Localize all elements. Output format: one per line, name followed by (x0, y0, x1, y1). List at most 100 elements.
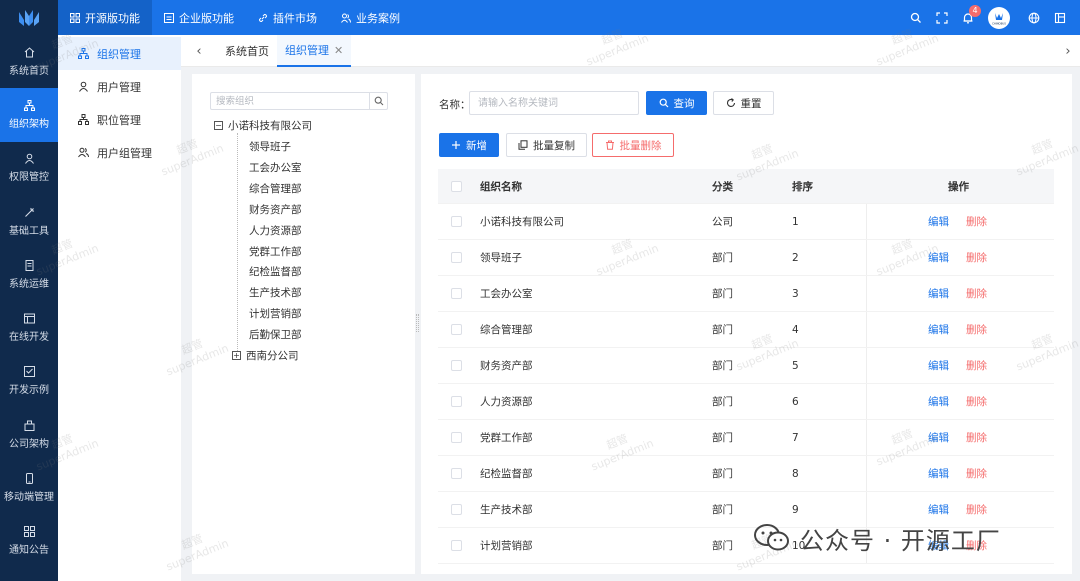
cell-name: 财务资产部 (480, 360, 533, 372)
top-right-tools: 4 CHINOBUS (902, 0, 1080, 35)
tree-node[interactable]: 财务资产部 (249, 202, 302, 217)
tree-node[interactable]: 综合管理部 (249, 181, 302, 196)
submenu-item-org-management[interactable]: 组织管理 (58, 37, 181, 70)
notification-button[interactable]: 4 (956, 0, 981, 35)
avatar[interactable]: CHINOBUS (988, 6, 1010, 29)
sidebar-item-tools[interactable]: 基础工具 (0, 195, 58, 248)
sidebar-item-label: 公司架构 (9, 438, 49, 450)
cell-type: 公司 (712, 216, 733, 228)
tree-node-label: 财务资产部 (249, 204, 302, 216)
sidebar-item-company[interactable]: 公司架构 (0, 408, 58, 461)
tree-search-button[interactable] (369, 93, 387, 109)
tree-node-branch[interactable]: + 西南分公司 (232, 348, 299, 363)
query-button[interactable]: 查询 (646, 91, 707, 115)
tree-node[interactable]: 人力资源部 (249, 223, 302, 238)
delete-link[interactable]: 删除 (966, 214, 987, 229)
table-row: 综合管理部 部门 4 编辑 删除 (438, 312, 1054, 348)
delete-link[interactable]: 删除 (966, 430, 987, 445)
delete-link[interactable]: 删除 (966, 502, 987, 517)
batch-copy-button[interactable]: 批量复制 (506, 133, 587, 157)
reset-button[interactable]: 重置 (713, 91, 774, 115)
app-logo[interactable] (0, 0, 58, 35)
tree-node[interactable]: 领导班子 (249, 139, 291, 154)
row-checkbox[interactable] (451, 288, 462, 299)
sidebar-item-mobile[interactable]: 移动端管理 (0, 461, 58, 514)
tree-node[interactable]: 后勤保卫部 (249, 327, 302, 342)
edit-link[interactable]: 编辑 (928, 430, 949, 445)
column-divider (866, 312, 867, 347)
tab-org-management[interactable]: 组织管理 ✕ (277, 35, 352, 67)
expand-icon[interactable]: + (232, 351, 241, 360)
row-checkbox[interactable] (451, 216, 462, 227)
cell-order: 7 (792, 431, 799, 444)
delete-link[interactable]: 删除 (966, 466, 987, 481)
fullscreen-button[interactable] (930, 0, 954, 35)
submenu-item-usergroup-management[interactable]: 用户组管理 (58, 136, 181, 169)
tree-node-root[interactable]: − 小诺科技有限公司 (214, 118, 312, 133)
language-button[interactable] (1022, 0, 1046, 35)
batch-delete-button[interactable]: 批量删除 (592, 133, 674, 157)
edit-link[interactable]: 编辑 (928, 214, 949, 229)
home-icon (24, 46, 34, 58)
search-button[interactable] (904, 0, 928, 35)
close-icon[interactable]: ✕ (334, 44, 343, 57)
cell-order: 6 (792, 395, 799, 408)
sidebar-item-ops[interactable]: 系统运维 (0, 248, 58, 301)
topnav-plugin-market[interactable]: 插件市场 (246, 0, 329, 35)
header-name[interactable]: 组织名称 (480, 169, 522, 203)
row-checkbox[interactable] (451, 432, 462, 443)
collapse-icon[interactable]: − (214, 121, 223, 130)
row-checkbox[interactable] (451, 468, 462, 479)
edit-link[interactable]: 编辑 (928, 358, 949, 373)
delete-link[interactable]: 删除 (966, 394, 987, 409)
tree-node[interactable]: 党群工作部 (249, 244, 302, 259)
tree-node[interactable]: 纪检监督部 (249, 264, 302, 279)
tree-node[interactable]: 工会办公室 (249, 160, 302, 175)
row-checkbox[interactable] (451, 324, 462, 335)
row-checkbox[interactable] (451, 540, 462, 551)
submenu-item-position-management[interactable]: 职位管理 (58, 103, 181, 136)
header-order[interactable]: 排序 (792, 169, 813, 203)
edit-link[interactable]: 编辑 (928, 466, 949, 481)
delete-link[interactable]: 删除 (966, 250, 987, 265)
delete-link[interactable]: 删除 (966, 358, 987, 373)
add-button[interactable]: 新增 (439, 133, 499, 157)
sidebar-item-label: 在线开发 (9, 332, 49, 344)
sidebar-item-home[interactable]: 系统首页 (0, 35, 58, 88)
cell-name: 人力资源部 (480, 396, 533, 408)
topnav-business-cases[interactable]: 业务案例 (329, 0, 412, 35)
edit-link[interactable]: 编辑 (928, 394, 949, 409)
row-checkbox[interactable] (451, 360, 462, 371)
name-filter-input[interactable] (469, 91, 639, 115)
sidebar-item-examples[interactable]: 开发示例 (0, 355, 58, 408)
layout-icon (1054, 12, 1066, 23)
header-type[interactable]: 分类 (712, 169, 733, 203)
tab-prev-button[interactable]: ‹ (189, 35, 209, 67)
edit-link[interactable]: 编辑 (928, 322, 949, 337)
sidebar-item-org[interactable]: 组织架构 (0, 88, 58, 142)
edit-link[interactable]: 编辑 (928, 286, 949, 301)
tab-home[interactable]: 系统首页 (217, 35, 277, 67)
tree-search-input[interactable] (211, 93, 370, 109)
delete-link[interactable]: 删除 (966, 322, 987, 337)
sidebar-item-notice[interactable]: 通知公告 (0, 515, 58, 568)
sidebar-item-dev[interactable]: 在线开发 (0, 301, 58, 354)
submenu-item-user-management[interactable]: 用户管理 (58, 70, 181, 103)
row-checkbox[interactable] (451, 252, 462, 263)
edit-link[interactable]: 编辑 (928, 502, 949, 517)
tree-node[interactable]: 计划营销部 (249, 306, 302, 321)
panel-splitter[interactable] (416, 314, 419, 332)
row-checkbox[interactable] (451, 396, 462, 407)
tree-node[interactable]: 生产技术部 (249, 285, 302, 300)
globe-icon (1028, 12, 1040, 23)
topnav-enterprise[interactable]: 企业版功能 (152, 0, 246, 35)
tab-next-button[interactable]: › (1058, 35, 1078, 67)
edit-link[interactable]: 编辑 (928, 250, 949, 265)
topnav-open-source[interactable]: 开源版功能 (58, 0, 152, 35)
sidebar-item-permission[interactable]: 权限管控 (0, 142, 58, 195)
row-checkbox[interactable] (451, 504, 462, 515)
delete-link[interactable]: 删除 (966, 286, 987, 301)
header-ops: 操作 (948, 180, 969, 193)
select-all-checkbox[interactable] (451, 180, 462, 192)
layout-button[interactable] (1048, 0, 1072, 35)
